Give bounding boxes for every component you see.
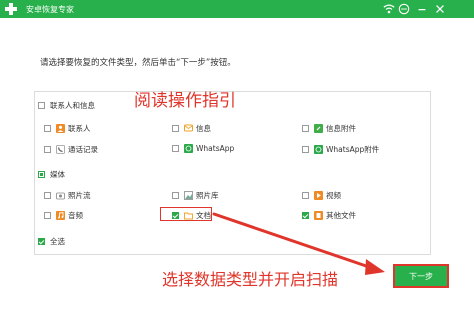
checkbox[interactable]	[44, 212, 51, 219]
file-icon	[314, 211, 323, 220]
annotation-read-guide: 阅读操作指引	[134, 91, 236, 111]
checkbox[interactable]	[302, 212, 309, 219]
item-messages[interactable]: 信息	[172, 123, 211, 134]
item-label: 其他文件	[326, 211, 356, 220]
select-all-label: 全选	[50, 237, 65, 246]
item-whatsapp[interactable]: WhatsApp	[172, 144, 234, 153]
item-label: 音频	[68, 211, 83, 220]
file-type-panel	[34, 91, 431, 255]
phone-icon	[56, 145, 65, 154]
checkbox[interactable]	[172, 145, 179, 152]
checkbox[interactable]	[172, 192, 179, 199]
group-media[interactable]: 媒体	[38, 169, 65, 180]
item-gallery[interactable]: 照片库	[172, 190, 219, 201]
title-bar: 安卓恢复专家	[0, 0, 474, 18]
item-label: 信息	[196, 124, 211, 133]
item-label: 信息附件	[326, 124, 356, 133]
item-label: 视频	[326, 191, 341, 200]
checkbox[interactable]	[302, 192, 309, 199]
item-other-files[interactable]: 其他文件	[302, 210, 356, 221]
group-media-label: 媒体	[50, 170, 65, 179]
item-whatsapp-attachments[interactable]: WhatsApp附件	[302, 144, 379, 155]
whatsapp-icon	[184, 144, 193, 153]
item-message-attachments[interactable]: 信息附件	[302, 123, 356, 134]
item-label: 联系人	[68, 124, 91, 133]
item-camera[interactable]: 照片流	[44, 190, 91, 201]
item-label: 通话记录	[68, 145, 98, 154]
checkbox[interactable]	[38, 171, 45, 178]
highlight-box	[160, 207, 212, 221]
app-title: 安卓恢复专家	[26, 5, 74, 14]
attachment-icon	[314, 124, 323, 133]
annotation-select-types: 选择数据类型并开启扫描	[162, 270, 339, 289]
item-audio[interactable]: 音频	[44, 210, 83, 221]
image-icon	[184, 191, 193, 200]
group-contacts[interactable]: 联系人和信息	[38, 100, 95, 111]
item-video[interactable]: 视频	[302, 190, 341, 201]
checkbox[interactable]	[172, 125, 179, 132]
select-all[interactable]: 全选	[38, 236, 65, 247]
close-icon[interactable]	[433, 2, 447, 16]
item-label: WhatsApp附件	[326, 145, 380, 154]
video-icon	[314, 191, 323, 200]
item-label: 照片库	[196, 191, 219, 200]
plus-icon	[4, 2, 18, 16]
contacts-icon	[56, 124, 65, 133]
checkbox[interactable]	[44, 192, 51, 199]
whatsapp-attachment-icon	[314, 145, 323, 154]
checkbox[interactable]	[302, 125, 309, 132]
checkbox[interactable]	[302, 146, 309, 153]
checkbox[interactable]	[44, 125, 51, 132]
item-call-log[interactable]: 通话记录	[44, 144, 98, 155]
checkbox[interactable]	[38, 102, 45, 109]
chat-icon[interactable]	[397, 2, 411, 16]
wifi-icon[interactable]	[382, 2, 396, 16]
group-contacts-label: 联系人和信息	[50, 101, 95, 110]
minimize-icon[interactable]	[415, 2, 429, 16]
next-button[interactable]: 下一步	[393, 264, 449, 288]
item-label: 照片流	[68, 191, 91, 200]
camera-icon	[56, 191, 65, 200]
item-label: WhatsApp	[196, 144, 235, 153]
instruction-text: 请选择要恢复的文件类型，然后单击“下一步”按钮。	[40, 58, 236, 68]
checkbox[interactable]	[44, 146, 51, 153]
checkbox[interactable]	[38, 238, 45, 245]
item-contacts[interactable]: 联系人	[44, 123, 91, 134]
message-icon	[184, 124, 193, 133]
music-icon	[56, 211, 65, 220]
